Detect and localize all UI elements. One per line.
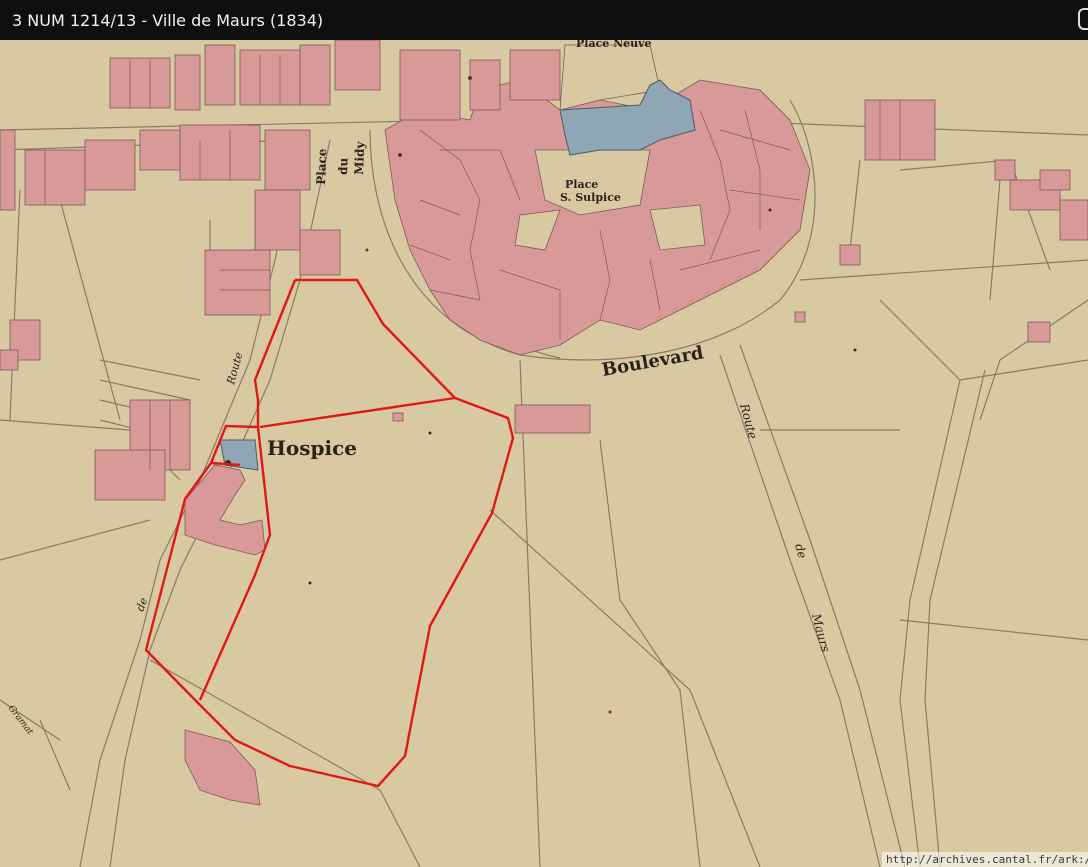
cadastral-map-viewer[interactable]: Place Neuve Place du Midy Place S. Sulpi… — [0, 40, 1088, 867]
source-url: http://archives.cantal.fr/ark:/1 — [882, 852, 1088, 867]
cadastral-map[interactable]: Place Neuve Place du Midy Place S. Sulpi… — [0, 40, 1088, 867]
label-place-du-midy-2: du — [336, 157, 351, 175]
label-hospice: Hospice — [267, 436, 357, 460]
label-place-neuve: Place Neuve — [576, 40, 652, 50]
fullscreen-button[interactable] — [1078, 8, 1088, 30]
label-place-st-sulpice-1: Place — [565, 178, 598, 191]
document-title: 3 NUM 1214/13 - Ville de Maurs (1834) — [12, 10, 324, 30]
title-bar: 3 NUM 1214/13 - Ville de Maurs (1834) — [0, 0, 1088, 40]
label-place-du-midy-3: Midy — [352, 140, 367, 175]
label-place-st-sulpice-2: S. Sulpice — [560, 191, 621, 204]
label-place-du-midy-1: Place — [314, 148, 329, 185]
